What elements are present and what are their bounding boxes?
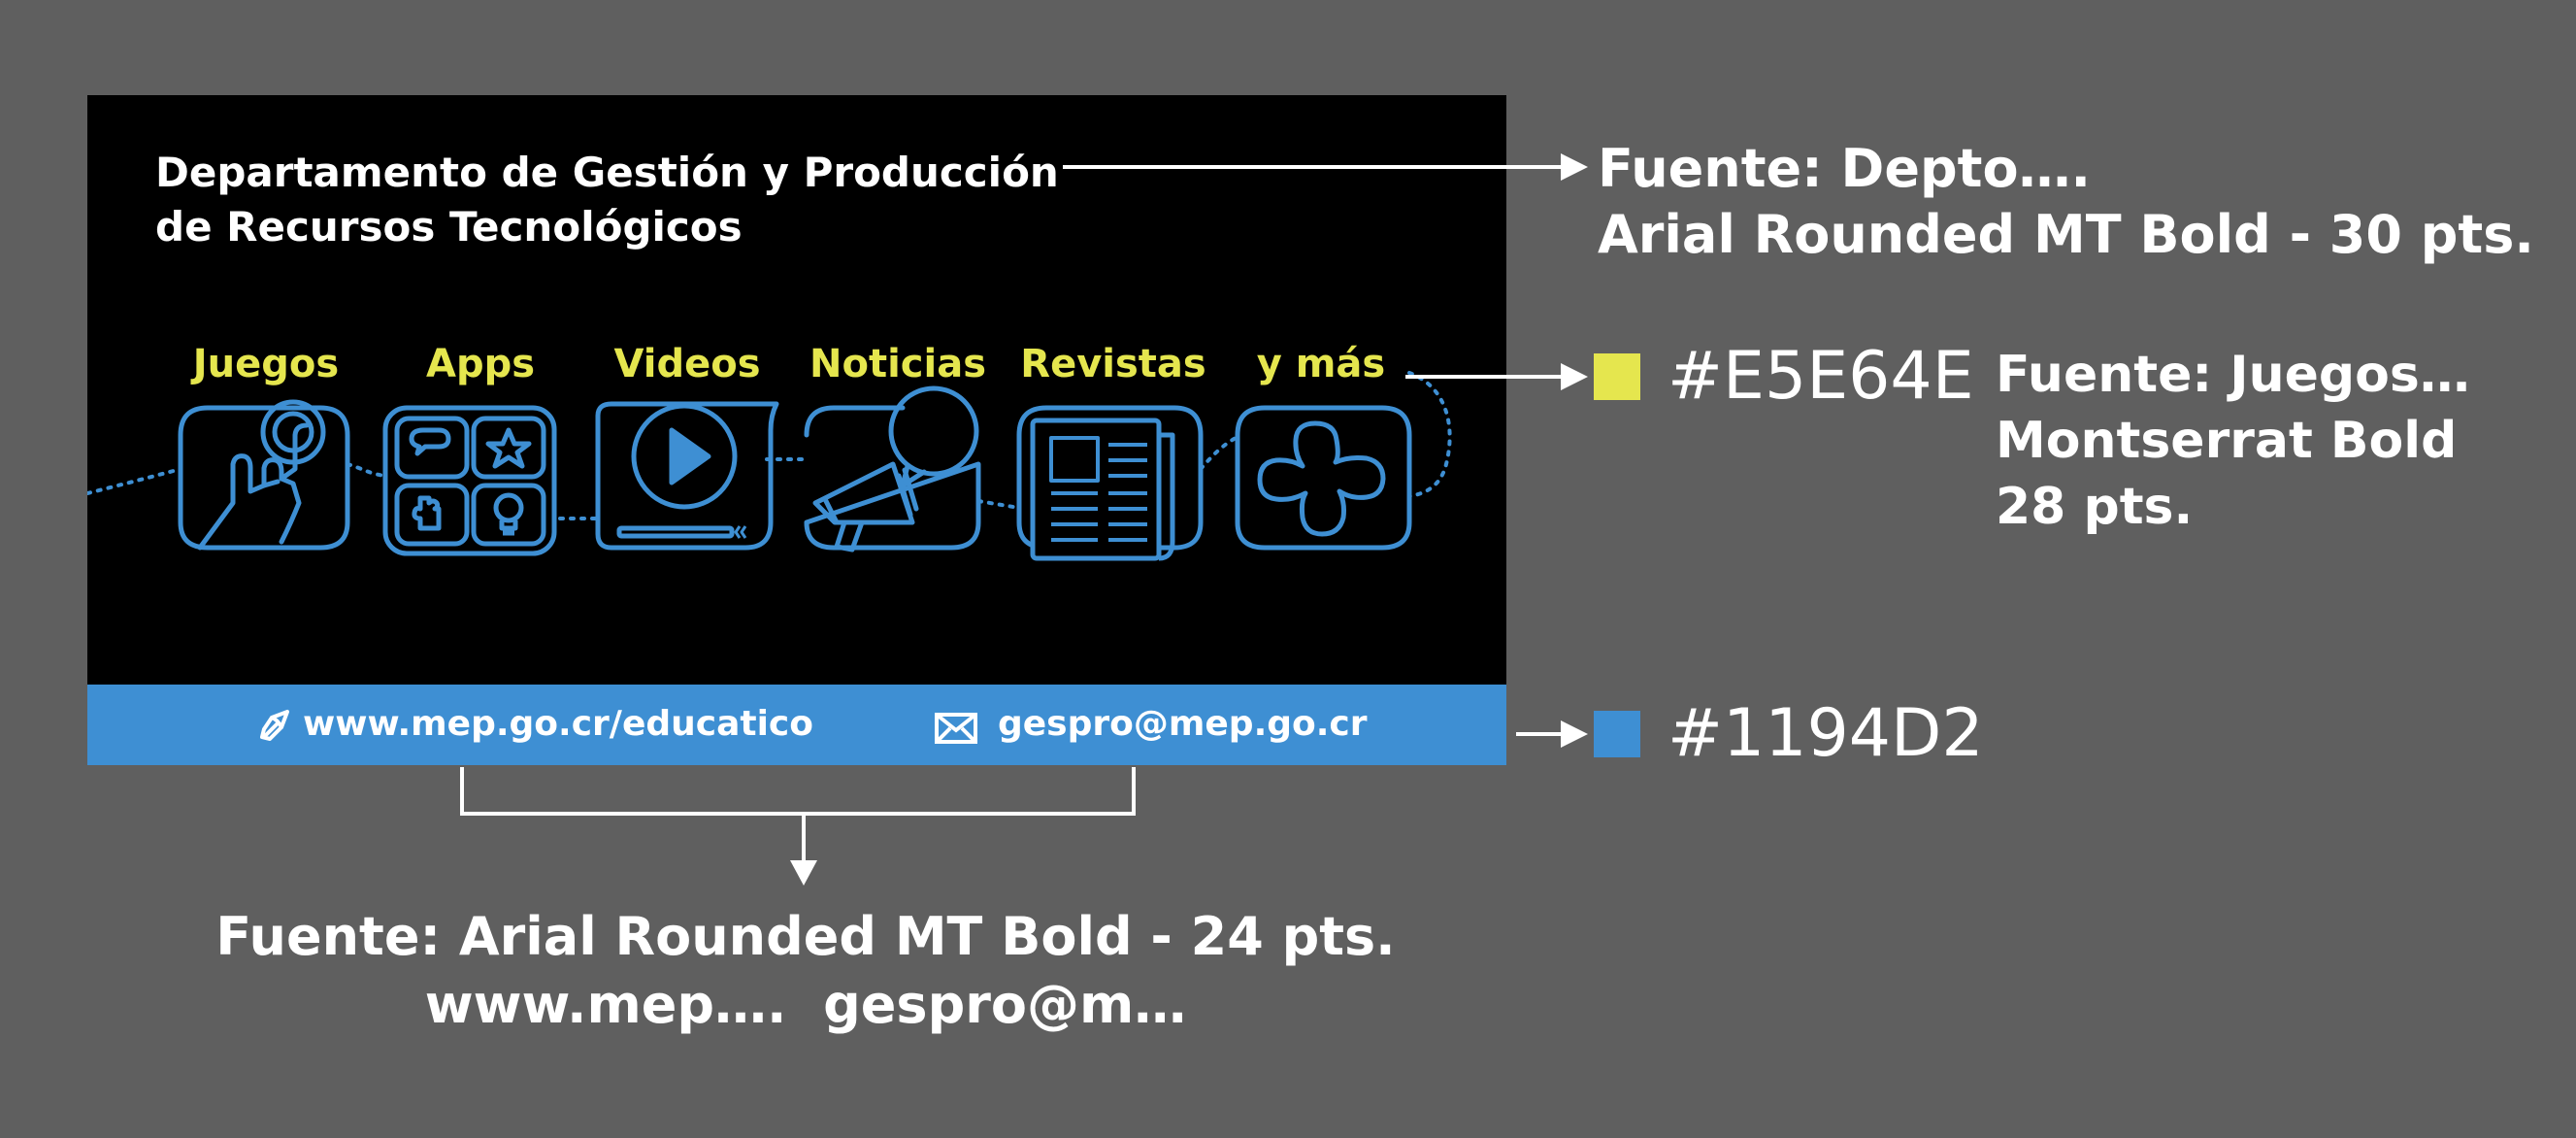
puzzle-cross-icon bbox=[1235, 405, 1412, 551]
banner-card: Departamento de Gestión y Producción de … bbox=[87, 95, 1506, 765]
footer-email-link[interactable]: gespro@mep.go.cr bbox=[998, 702, 1368, 747]
title-font-note-line2: Arial Rounded MT Bold - 30 pts. bbox=[1598, 204, 2534, 265]
category-label-juegos: Juegos bbox=[190, 342, 339, 386]
title-font-note-line1: Fuente: Depto…. bbox=[1598, 138, 2092, 199]
touch-hand-icon bbox=[178, 399, 350, 551]
title-arrow-head bbox=[1561, 153, 1588, 181]
banner-footer: www.mep.go.cr/educatico gespro@mep.go.cr bbox=[87, 685, 1506, 765]
category-font-note-line3: 28 pts. bbox=[1996, 478, 2194, 536]
footer-website-link[interactable]: www.mep.go.cr/educatico bbox=[303, 702, 813, 747]
footer-font-note-line2: www.mep…. gespro@m… bbox=[424, 974, 1187, 1035]
yellow-color-swatch bbox=[1594, 353, 1640, 400]
footer-font-note-line1: Fuente: Arial Rounded MT Bold - 24 pts. bbox=[215, 906, 1396, 967]
category-label-y-mas: y más bbox=[1257, 342, 1385, 386]
footer-arrow-head bbox=[1561, 720, 1588, 748]
footer-font-note: Fuente: Arial Rounded MT Bold - 24 pts. … bbox=[0, 903, 1611, 1039]
apps-grid-icon bbox=[382, 405, 557, 556]
category-font-note: Fuente: Juegos… Montserrat Bold 28 pts. bbox=[1996, 342, 2470, 540]
category-font-note-line1: Fuente: Juegos… bbox=[1996, 346, 2470, 404]
link-arrow-icon bbox=[260, 710, 289, 741]
category-label-noticias: Noticias bbox=[809, 342, 986, 386]
blue-hex-label: #1194D2 bbox=[1668, 695, 1984, 772]
category-arrow-head bbox=[1561, 363, 1588, 390]
category-font-note-line2: Montserrat Bold bbox=[1996, 412, 2458, 470]
newspaper-icon bbox=[1016, 405, 1204, 561]
category-label-apps: Apps bbox=[426, 342, 535, 386]
category-label-revistas: Revistas bbox=[1020, 342, 1205, 386]
title-font-note: Fuente: Depto…. Arial Rounded MT Bold - … bbox=[1598, 136, 2534, 268]
megaphone-icon bbox=[804, 385, 981, 552]
video-play-icon bbox=[595, 401, 779, 551]
yellow-hex-label: #E5E64E bbox=[1668, 338, 1974, 415]
blue-color-swatch bbox=[1594, 711, 1640, 757]
envelope-icon bbox=[935, 713, 977, 744]
bracket-arrow-head bbox=[790, 860, 817, 886]
category-label-videos: Videos bbox=[613, 342, 760, 386]
banner-artwork: Juegos Apps Videos Noticias Revistas y m… bbox=[87, 342, 1452, 561]
footer-bracket bbox=[460, 767, 1136, 816]
